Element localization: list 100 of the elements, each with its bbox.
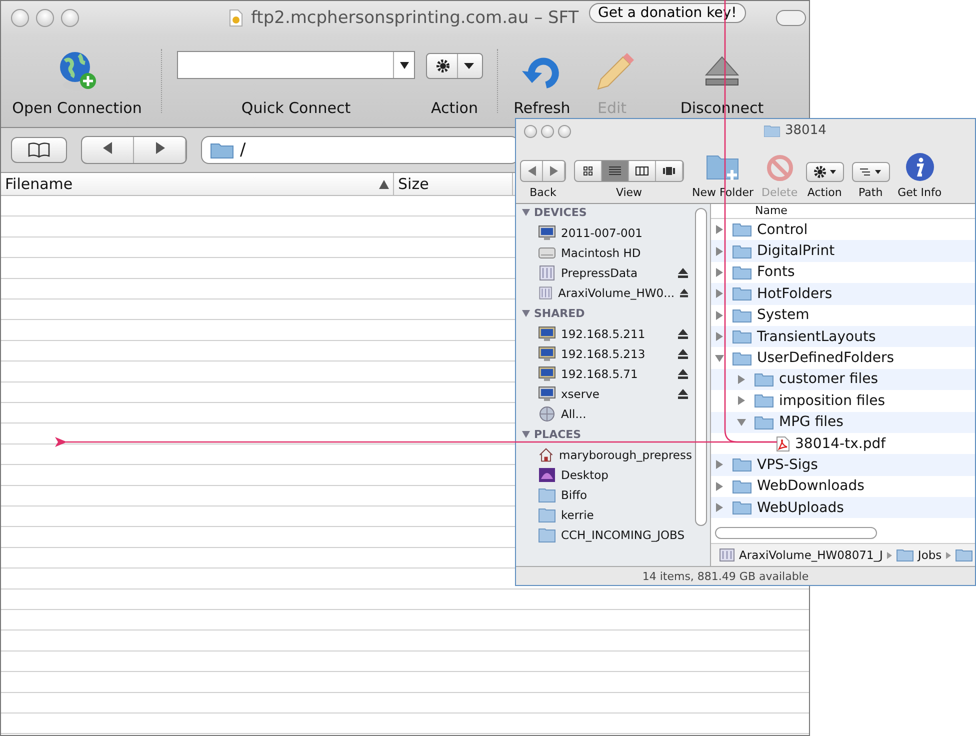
path-item[interactable]: Jobs (918, 548, 942, 562)
file-row[interactable]: VPS-Sigs (711, 454, 975, 476)
file-row[interactable]: WebUploads (711, 497, 975, 518)
sidebar-item[interactable]: AraxiVolume_HW0... (516, 283, 692, 303)
sidebar-item[interactable]: kerrie (516, 505, 692, 525)
disclosure-triangle-icon[interactable] (715, 354, 727, 363)
file-row[interactable]: UserDefinedFolders (711, 347, 975, 369)
eject-icon[interactable] (678, 329, 688, 339)
gear-icon (435, 58, 451, 74)
eject-icon[interactable] (678, 389, 688, 399)
path-separator-icon (946, 552, 951, 558)
status-text: 14 items, 881.49 GB available (516, 566, 975, 585)
house-icon (538, 447, 554, 463)
file-row[interactable]: imposition files (711, 390, 975, 412)
folder-icon (732, 244, 752, 259)
folder-icon (210, 141, 234, 159)
scrollbar[interactable] (715, 527, 877, 539)
column-header[interactable]: Name (711, 204, 975, 219)
drive-icon (538, 265, 556, 281)
folder-icon (538, 507, 556, 523)
file-row[interactable]: System (711, 304, 975, 326)
quick-connect-field[interactable] (177, 51, 415, 79)
forward-arrow-icon (550, 166, 558, 176)
window-control-icon[interactable] (524, 124, 537, 138)
sidebar-item[interactable]: Macintosh HD (516, 243, 692, 263)
toolbar-button[interactable]: Refresh (512, 49, 572, 117)
document-icon (229, 9, 243, 27)
disclosure-triangle-icon (522, 430, 530, 438)
dropdown-arrow-icon (464, 62, 474, 70)
sidebar-item[interactable]: 192.168.5.213 (516, 344, 692, 364)
path-menu-button[interactable] (852, 162, 890, 182)
file-row[interactable]: DigitalPrint (711, 240, 975, 262)
folder-icon (732, 329, 752, 344)
folder-icon (732, 286, 752, 302)
disclosure-triangle-icon (522, 208, 530, 216)
list-view-icon (608, 166, 622, 176)
gear-icon (812, 165, 838, 179)
sidebar-heading[interactable]: PLACES (516, 426, 692, 442)
file-row[interactable]: 38014-tx.pdf (711, 432, 975, 454)
file-row[interactable]: WebDownloads (711, 476, 975, 498)
folder-icon (732, 478, 752, 494)
folder-icon (754, 393, 774, 408)
hard-drive-icon (538, 245, 556, 261)
file-row[interactable]: Control (711, 219, 975, 240)
sidebar-item[interactable]: Biffo (516, 485, 692, 505)
sort-ascending-icon (379, 180, 389, 188)
window-control-icon[interactable] (11, 9, 29, 27)
icon-view-icon (581, 166, 595, 176)
scrollbar[interactable] (695, 208, 707, 526)
dropdown-arrow-icon (400, 62, 408, 68)
path-item[interactable]: AraxiVolume_HW08071_J (739, 548, 883, 562)
toolbar-label: Path (858, 186, 883, 199)
sidebar-item[interactable]: xserve (516, 384, 692, 404)
list-view-button[interactable] (602, 161, 629, 181)
drive-icon (538, 285, 554, 301)
file-row[interactable]: MPG files (711, 412, 975, 433)
get-info-button[interactable] (904, 152, 935, 182)
folder-icon (954, 548, 973, 562)
sidebar-item[interactable]: maryborough_prepress (516, 445, 692, 465)
sidebar-item[interactable]: All... (516, 404, 692, 424)
column-header[interactable]: Size (394, 173, 513, 195)
sidebar-item[interactable]: 2011-007-001 (516, 223, 692, 243)
file-row[interactable]: TransientLayouts (711, 326, 975, 348)
sidebar-heading[interactable]: DEVICES (516, 204, 692, 220)
folder-icon (732, 222, 752, 238)
sidebar-heading[interactable]: SHARED (516, 305, 692, 321)
folder-icon (896, 548, 914, 562)
window-control-icon[interactable] (541, 124, 554, 138)
sidebar-item[interactable]: Desktop (516, 465, 692, 485)
window-control-icon[interactable] (61, 9, 79, 27)
sidebar-item[interactable]: PrepressData (516, 263, 692, 283)
folder-icon (538, 487, 556, 503)
pdf-file-icon (776, 436, 790, 452)
toolbar-toggle-button[interactable] (776, 10, 806, 26)
folder-icon (732, 457, 752, 472)
path-separator-icon (886, 552, 892, 558)
column-header[interactable]: Filename (1, 173, 394, 195)
window-control-icon[interactable] (558, 124, 571, 138)
window-control-icon[interactable] (36, 9, 54, 27)
eject-icon[interactable] (678, 349, 688, 359)
toolbar-label: Back (530, 186, 556, 199)
eject-icon[interactable] (680, 288, 688, 298)
sidebar-item[interactable]: CCH_INCOMING_JOBS (516, 525, 692, 545)
sidebar-item[interactable]: 192.168.5.211 (516, 324, 692, 344)
globe-icon (538, 406, 556, 422)
eject-icon[interactable] (678, 369, 688, 379)
eject-icon[interactable] (678, 268, 688, 278)
window-title: ftp2.mcphersonsprinting.com.au – SFT (251, 8, 579, 28)
folder-icon (538, 527, 556, 543)
file-row[interactable]: HotFolders (711, 283, 975, 305)
bookmarks-button[interactable] (11, 137, 67, 163)
toolbar-button[interactable]: Open Connection (7, 49, 147, 117)
file-row[interactable]: customer files (711, 368, 975, 390)
action-menu-button[interactable] (426, 53, 483, 79)
disclosure-triangle-icon[interactable] (737, 418, 749, 427)
toolbar-label: Delete (761, 186, 798, 199)
file-row[interactable]: Fonts (711, 262, 975, 284)
sidebar-item[interactable]: 192.168.5.71 (516, 364, 692, 384)
forward-arrow-icon (154, 142, 164, 154)
action-menu-button[interactable] (806, 162, 844, 182)
